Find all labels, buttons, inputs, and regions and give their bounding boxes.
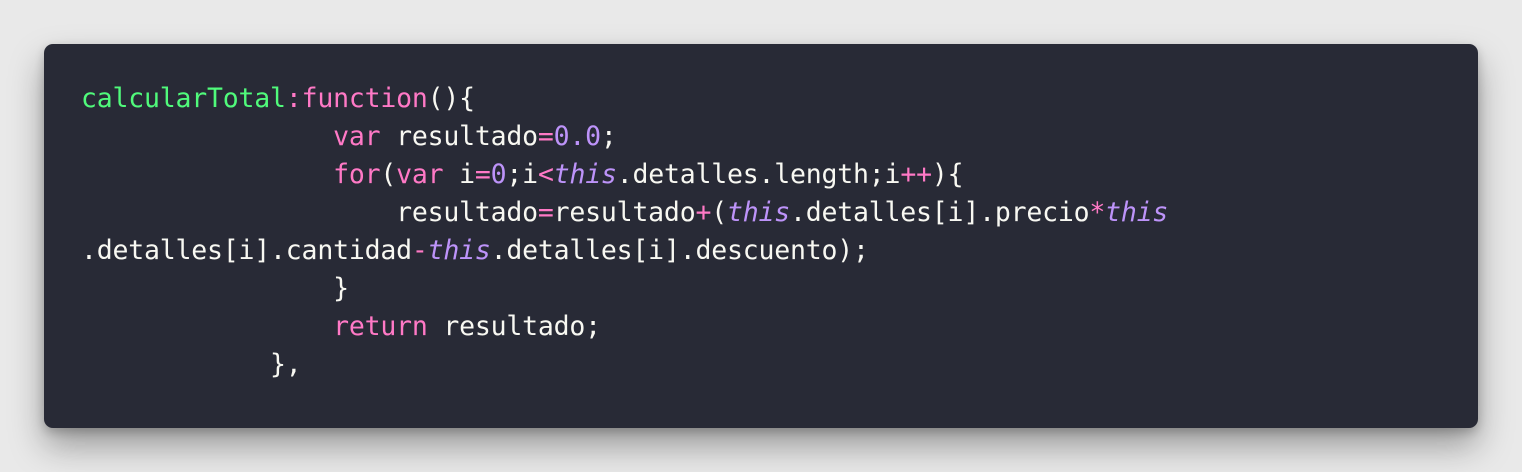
code-token: return bbox=[333, 311, 428, 342]
code-line: for(var i=0;i<this.detalles.length;i++){ bbox=[81, 156, 1168, 194]
code-token: ( bbox=[380, 159, 397, 190]
code-token: ){ bbox=[931, 159, 964, 190]
code-token: this bbox=[427, 235, 491, 266]
code-token: (){ bbox=[427, 83, 475, 114]
code-content: calcularTotal:function(){ var resultado=… bbox=[81, 80, 1168, 384]
code-block: calcularTotal:function(){ var resultado=… bbox=[44, 44, 1478, 428]
code-token: .detalles.length;i bbox=[616, 159, 901, 190]
code-line: return resultado; bbox=[81, 308, 1168, 346]
code-token: resultado; bbox=[427, 311, 601, 342]
code-token: function bbox=[301, 83, 428, 114]
code-token: = bbox=[537, 197, 554, 228]
code-token: this bbox=[726, 197, 791, 228]
code-token: + bbox=[695, 197, 712, 228]
code-line: } bbox=[81, 270, 1168, 308]
code-token: this bbox=[553, 159, 617, 190]
code-token: .detalles[i].cantidad bbox=[81, 235, 412, 266]
code-token: ( bbox=[711, 197, 727, 228]
code-token: 0 bbox=[490, 159, 507, 190]
code-line: var resultado=0.0; bbox=[81, 118, 1168, 156]
code-token: resultado bbox=[380, 121, 538, 152]
code-token: for bbox=[333, 159, 381, 190]
code-token: i bbox=[443, 159, 475, 190]
code-token: - bbox=[411, 235, 428, 266]
code-token: this bbox=[1105, 197, 1169, 228]
code-token: .detalles[i].descuento); bbox=[490, 235, 869, 266]
code-token: resultado bbox=[553, 197, 696, 228]
code-token: = bbox=[537, 121, 554, 152]
code-token: ; bbox=[600, 121, 617, 152]
code-token: .detalles[i].precio bbox=[790, 197, 1090, 228]
code-token: ++ bbox=[900, 159, 932, 190]
code-token: } bbox=[81, 273, 349, 304]
code-token: < bbox=[537, 159, 554, 190]
code-line: }, bbox=[81, 346, 1168, 384]
code-token: var bbox=[396, 159, 444, 190]
code-token: resultado bbox=[81, 197, 538, 228]
code-token: ;i bbox=[506, 159, 538, 190]
code-line: resultado=resultado+(this.detalles[i].pr… bbox=[81, 194, 1168, 232]
code-token: calcularTotal bbox=[81, 83, 286, 114]
code-token: }, bbox=[81, 349, 302, 380]
code-line: .detalles[i].cantidad-this.detalles[i].d… bbox=[81, 232, 1168, 270]
code-line: calcularTotal:function(){ bbox=[81, 80, 1168, 118]
code-token: 0.0 bbox=[553, 121, 601, 152]
code-token: var bbox=[333, 121, 381, 152]
code-token: : bbox=[285, 83, 302, 114]
code-token: = bbox=[474, 159, 491, 190]
code-token: * bbox=[1089, 197, 1106, 228]
